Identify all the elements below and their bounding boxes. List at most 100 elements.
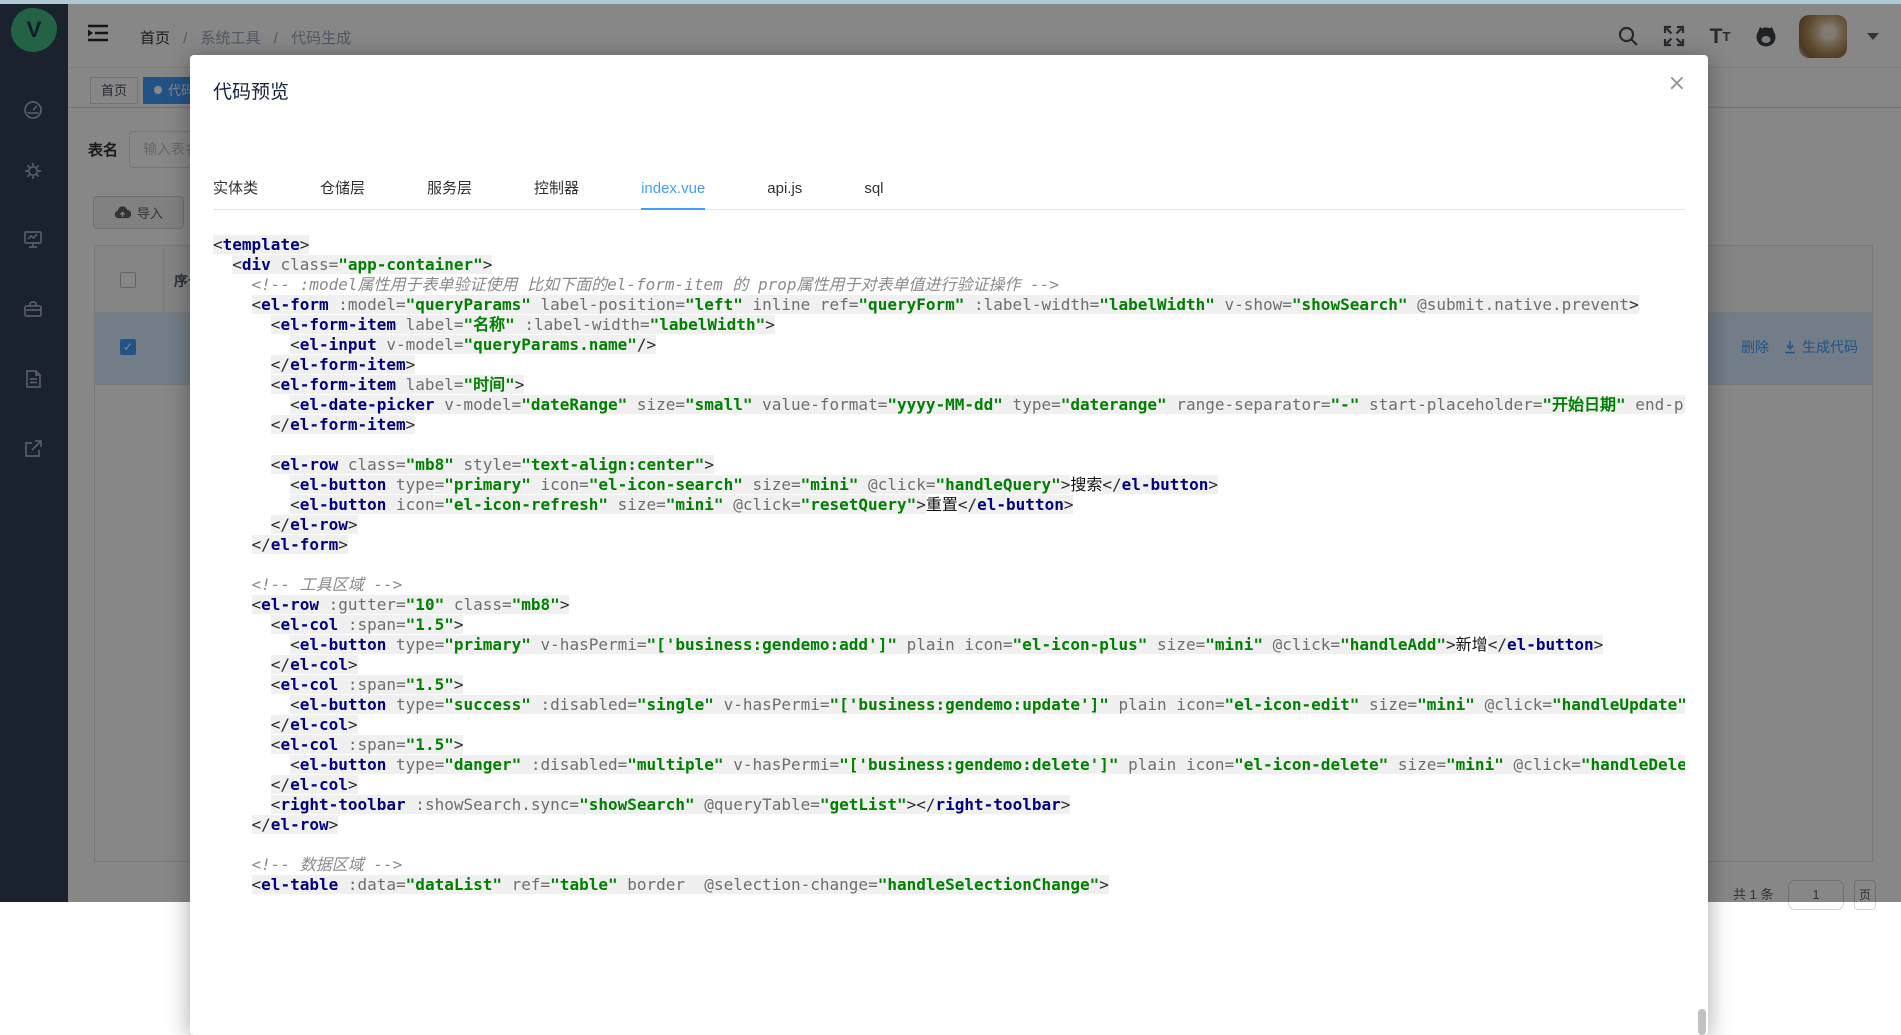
code-token xyxy=(213,455,271,474)
code-token xyxy=(213,535,252,554)
code-token: < xyxy=(290,635,300,654)
scrollbar-thumb[interactable] xyxy=(1698,1009,1706,1035)
code-token: el-row xyxy=(290,515,348,534)
code-token xyxy=(213,275,252,294)
code-token: "-" xyxy=(1330,395,1359,414)
tab-实体类[interactable]: 实体类 xyxy=(213,170,258,210)
code-token: > xyxy=(483,255,493,274)
code-token xyxy=(213,795,271,814)
code-token: < xyxy=(252,595,262,614)
code-token: :disabled= xyxy=(521,755,627,774)
code-token: "mini" xyxy=(801,475,859,494)
code-token: > xyxy=(454,735,464,754)
code-token: < xyxy=(271,315,281,334)
code-token: "getList" xyxy=(820,795,907,814)
code-token: > xyxy=(454,675,464,694)
code-token: size= xyxy=(608,495,666,514)
code-tabs: 实体类 仓储层 服务层 控制器 index.vue api.js sql xyxy=(213,170,1685,210)
code-line: <el-row :gutter="10" class="mb8"> xyxy=(213,595,1685,615)
code-token: "handleSelectionChange" xyxy=(878,875,1100,894)
tab-index.vue[interactable]: index.vue xyxy=(641,170,705,210)
code-token: <!-- :model属性用于表单验证使用 比如下面的el-form-item … xyxy=(252,275,1060,294)
tab-api.js[interactable]: api.js xyxy=(767,170,802,210)
code-token: > xyxy=(1061,795,1071,814)
code-token: "text-align:center" xyxy=(521,455,704,474)
code-token xyxy=(213,615,271,634)
code-token: "success" xyxy=(444,695,531,714)
code-token: el-form-item xyxy=(280,375,396,394)
code-line: <el-button type="primary" icon="el-icon-… xyxy=(213,475,1685,495)
code-token: el-form xyxy=(261,295,328,314)
code-token: :gutter= xyxy=(319,595,406,614)
code-token: value-format= xyxy=(752,395,887,414)
code-token: "el-icon-search" xyxy=(589,475,743,494)
code-token: </ xyxy=(271,415,290,434)
code-block: <template> <div class="app-container"> <… xyxy=(213,235,1685,1035)
code-token xyxy=(213,495,290,514)
code-token: start-placeholder= xyxy=(1359,395,1542,414)
code-token: inline ref= xyxy=(743,295,859,314)
code-token: el-col xyxy=(280,675,338,694)
code-token: "queryForm" xyxy=(858,295,964,314)
code-token: "1.5" xyxy=(406,675,454,694)
code-token: "small" xyxy=(685,395,752,414)
code-line: </el-col> xyxy=(213,655,1685,675)
window-top-strip xyxy=(0,0,1901,4)
code-line: <!-- 数据区域 --> xyxy=(213,855,1685,875)
code-token xyxy=(213,415,271,434)
code-token: </ xyxy=(271,515,290,534)
code-token: @click= xyxy=(858,475,935,494)
code-token: end-placeholder= xyxy=(1626,395,1685,414)
code-token: label= xyxy=(396,315,463,334)
code-token: "labelWidth" xyxy=(650,315,766,334)
code-token xyxy=(213,735,271,754)
code-token: < xyxy=(213,235,223,254)
code-token: el-col xyxy=(280,615,338,634)
code-token: > xyxy=(1594,635,1604,654)
code-token: type= xyxy=(1003,395,1061,414)
code-line: <el-col :span="1.5"> xyxy=(213,615,1685,635)
code-token: "开始日期" xyxy=(1542,395,1625,414)
code-line: <el-button icon="el-icon-refresh" size="… xyxy=(213,495,1685,515)
code-token xyxy=(213,815,252,834)
tab-服务层[interactable]: 服务层 xyxy=(427,170,472,210)
code-token: el-form xyxy=(271,535,338,554)
code-token: "mini" xyxy=(1446,755,1504,774)
code-token: "1.5" xyxy=(406,615,454,634)
code-token: < xyxy=(271,675,281,694)
code-token: "['business:gendemo:update']" xyxy=(830,695,1109,714)
code-token: "1.5" xyxy=(406,735,454,754)
code-token: "single" xyxy=(637,695,714,714)
code-token: div xyxy=(242,255,271,274)
code-token: < xyxy=(290,395,300,414)
code-token: type= xyxy=(386,635,444,654)
code-token: > xyxy=(348,515,358,534)
tab-控制器[interactable]: 控制器 xyxy=(534,170,579,210)
code-token: class= xyxy=(271,255,338,274)
code-token: el-row xyxy=(280,455,338,474)
code-token xyxy=(213,355,271,374)
code-token: el-input xyxy=(300,335,377,354)
code-token: > xyxy=(454,615,464,634)
code-line: </el-col> xyxy=(213,775,1685,795)
code-token: size= xyxy=(1147,635,1205,654)
code-token: > xyxy=(329,815,339,834)
code-token: </ xyxy=(916,795,935,814)
code-line: <el-input v-model="queryParams.name"/> xyxy=(213,335,1685,355)
code-token: v-model= xyxy=(377,335,464,354)
code-token: icon= xyxy=(386,495,444,514)
close-icon[interactable]: × xyxy=(1668,73,1686,95)
code-token xyxy=(213,515,271,534)
code-token: class= xyxy=(338,455,405,474)
code-token: el-form-item xyxy=(290,355,406,374)
code-line: <!-- :model属性用于表单验证使用 比如下面的el-form-item … xyxy=(213,275,1685,295)
code-token: < xyxy=(290,755,300,774)
code-token: 重置 xyxy=(926,495,958,514)
tab-仓储层[interactable]: 仓储层 xyxy=(320,170,365,210)
code-token: @queryTable= xyxy=(695,795,820,814)
code-token: </ xyxy=(1488,635,1507,654)
code-token: > xyxy=(1061,475,1071,494)
tab-sql[interactable]: sql xyxy=(864,170,883,210)
code-token: "resetQuery" xyxy=(801,495,917,514)
code-token: :showSearch.sync= xyxy=(406,795,579,814)
